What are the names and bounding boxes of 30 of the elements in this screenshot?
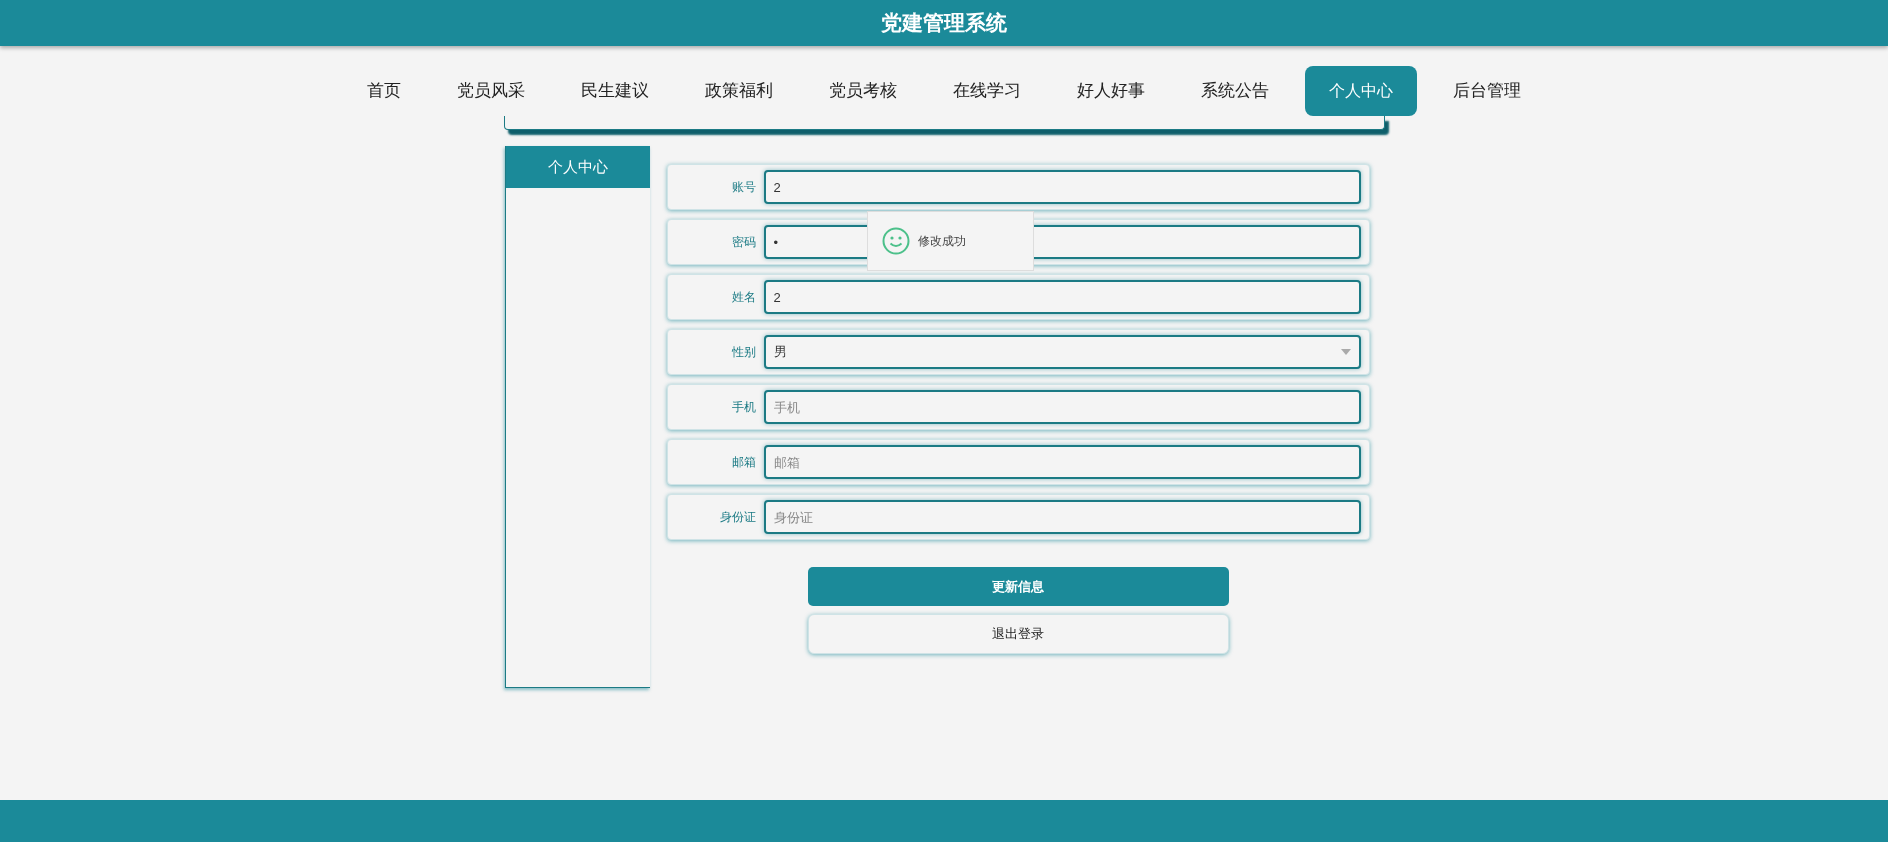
dropdown-caret-icon: [1340, 349, 1351, 355]
nav-tab[interactable]: 后台管理: [1433, 66, 1541, 116]
field-label: 账号: [730, 179, 757, 196]
field-label: 邮箱: [730, 454, 757, 471]
input-field[interactable]: 2: [763, 280, 1361, 314]
nav-tab[interactable]: 党员风采: [437, 66, 545, 116]
input-field[interactable]: 邮箱: [763, 445, 1361, 479]
nav-tab[interactable]: 在线学习: [933, 66, 1041, 116]
input-field[interactable]: 2: [763, 170, 1361, 204]
field-label: 密码: [730, 234, 757, 251]
field-label: 姓名: [730, 289, 757, 306]
nav-tab[interactable]: 民生建议: [561, 66, 669, 116]
toast-text: 修改成功: [918, 233, 966, 250]
nav-tab[interactable]: 好人好事: [1057, 66, 1165, 116]
nav-tab[interactable]: 政策福利: [685, 66, 793, 116]
input-field[interactable]: 手机: [763, 390, 1361, 424]
nav-tab[interactable]: 党员考核: [809, 66, 917, 116]
field-label: 手机: [730, 399, 757, 416]
site-title: 党建管理系统: [881, 10, 1007, 37]
field-label: 身份证: [718, 509, 757, 526]
select-field[interactable]: 男: [763, 335, 1361, 369]
logout-button[interactable]: 退出登录: [807, 614, 1229, 654]
nav-tab[interactable]: 个人中心: [1305, 66, 1417, 116]
field-label: 性别: [730, 344, 757, 361]
sidebar-title[interactable]: 个人中心: [505, 146, 650, 188]
update-button[interactable]: 更新信息: [807, 567, 1229, 606]
nav-tab[interactable]: 系统公告: [1181, 66, 1289, 116]
nav-tab[interactable]: 首页: [347, 66, 421, 116]
input-field[interactable]: 身份证: [763, 500, 1361, 534]
smiley-icon: [882, 227, 910, 255]
